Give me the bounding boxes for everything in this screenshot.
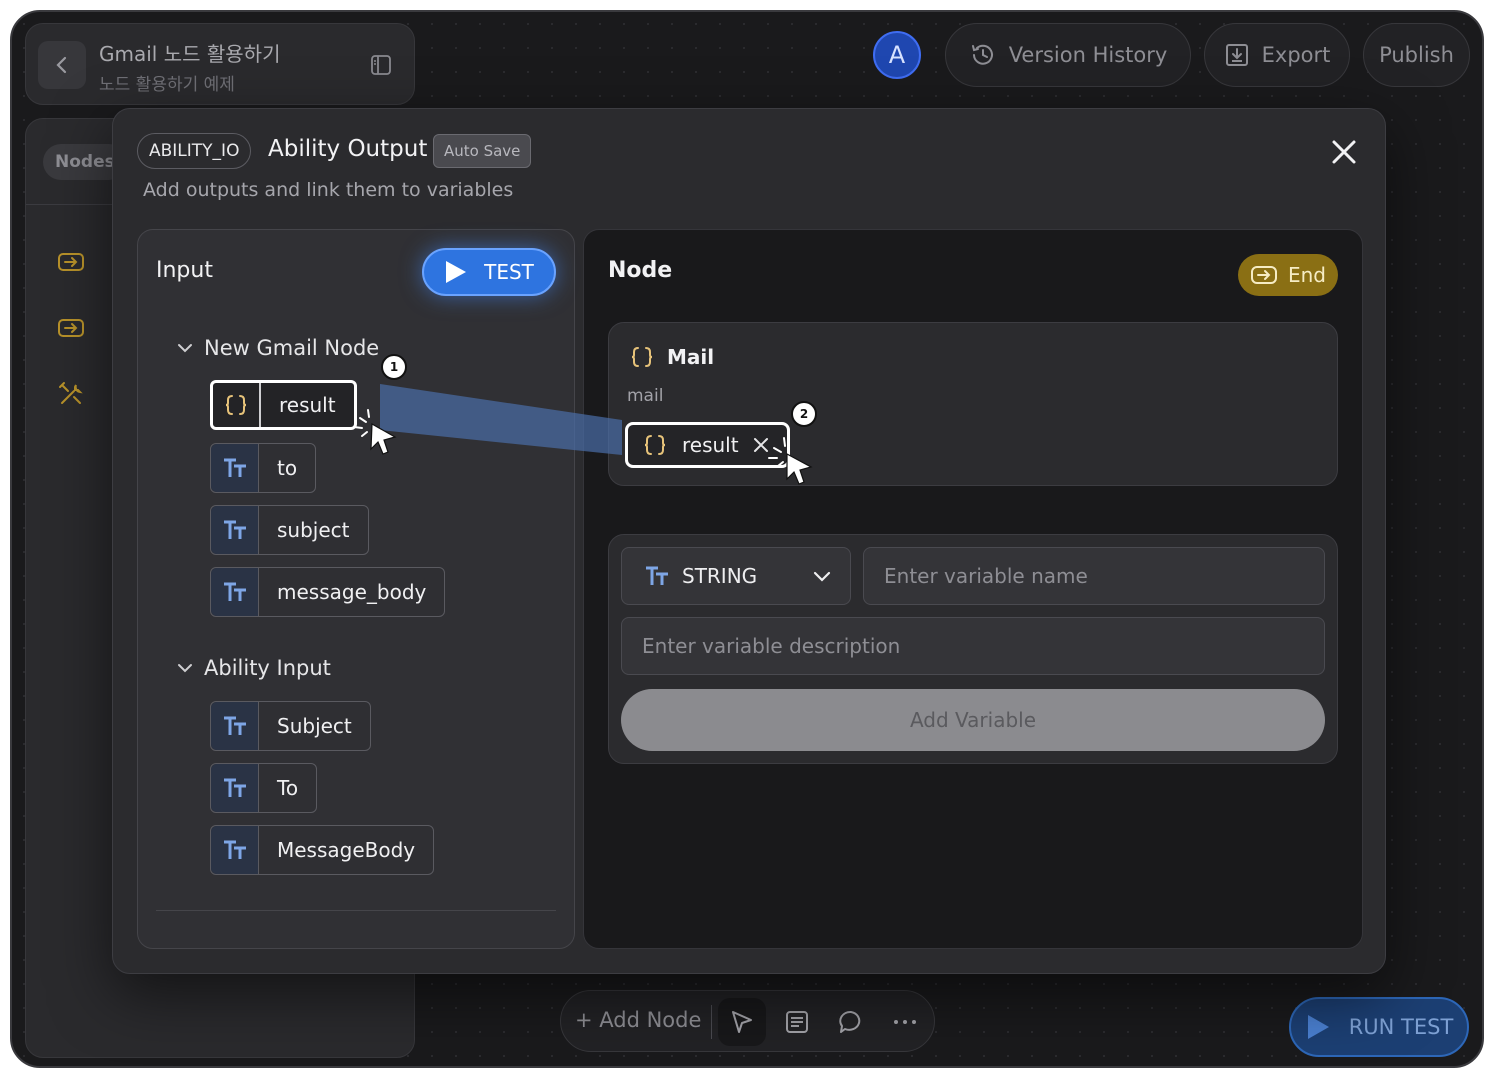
variable-label: subject: [277, 518, 350, 542]
input-panel: Input TEST New Gmail Node result to subj…: [137, 229, 575, 949]
step-badge-1: 1: [381, 354, 407, 380]
comment-icon[interactable]: [837, 1008, 865, 1036]
test-button[interactable]: TEST: [422, 248, 556, 296]
type-select-value: STRING: [682, 564, 758, 588]
group-toggle-ability-input[interactable]: Ability Input: [176, 656, 331, 680]
sidebar-toggle-icon[interactable]: [370, 54, 392, 76]
remove-icon[interactable]: [753, 437, 769, 453]
variable-label: Subject: [277, 714, 352, 738]
text-type-icon: [223, 716, 246, 735]
panel-divider: [156, 910, 556, 911]
group-title: Ability Input: [204, 656, 331, 680]
version-history-label: Version History: [1008, 43, 1168, 67]
node-heading: Node: [608, 258, 673, 283]
text-type-icon: [223, 778, 246, 797]
variable-label: result: [279, 393, 336, 417]
chevron-down-icon: [178, 344, 192, 353]
modal-title: Ability Output: [268, 136, 428, 162]
add-node-button[interactable]: + Add Node: [575, 1008, 701, 1032]
variable-label: message_body: [277, 580, 427, 604]
tools-icon[interactable]: [56, 379, 86, 409]
io-node-icon[interactable]: [56, 247, 86, 277]
text-type-icon: [223, 582, 246, 601]
text-type-icon: [223, 458, 246, 477]
node-type-badge: ABILITY_IO: [137, 133, 252, 169]
publish-label: Publish: [1379, 43, 1454, 67]
variable-chip-message-body[interactable]: message_body: [210, 567, 446, 617]
end-node-button[interactable]: End: [1238, 254, 1338, 296]
play-icon: [1307, 1015, 1329, 1039]
version-history-button[interactable]: Version History: [945, 23, 1191, 87]
project-title: Gmail 노드 활용하기: [99, 42, 281, 66]
variable-description-input[interactable]: [621, 617, 1325, 675]
text-type-icon: [646, 566, 668, 585]
more-icon[interactable]: [891, 1008, 919, 1036]
download-icon: [1225, 44, 1248, 66]
project-subtitle: 노드 활용하기 예제: [99, 75, 235, 95]
user-avatar[interactable]: A: [873, 31, 921, 79]
add-variable-form: STRING Add Variable: [608, 534, 1338, 764]
export-button[interactable]: Export: [1204, 23, 1350, 87]
variable-chip-result[interactable]: result: [210, 380, 357, 430]
linked-variable-chip[interactable]: result: [625, 422, 790, 468]
run-test-label: RUN TEST: [1348, 1015, 1454, 1039]
variable-name-input[interactable]: [863, 547, 1325, 605]
export-label: Export: [1261, 43, 1331, 67]
input-heading: Input: [156, 258, 213, 283]
variable-chip-subject[interactable]: Subject: [210, 701, 371, 751]
text-type-icon: [223, 520, 246, 539]
group-title: New Gmail Node: [204, 336, 380, 360]
app-frame: Gmail 노드 활용하기 노드 활용하기 예제 A Version Histo…: [10, 10, 1484, 1068]
group-toggle-new-gmail-node[interactable]: New Gmail Node: [176, 336, 379, 360]
back-button[interactable]: [38, 41, 86, 89]
io-node-icon[interactable]: [56, 313, 86, 343]
autosave-badge: Auto Save: [433, 134, 532, 168]
braces-icon: [644, 435, 666, 455]
play-icon: [446, 261, 467, 283]
variable-label: to: [277, 456, 298, 480]
project-title-card: Gmail 노드 활용하기 노드 활용하기 예제: [25, 23, 415, 105]
braces-icon: [631, 347, 653, 367]
mail-output-card: Mail mail result: [608, 322, 1338, 486]
publish-button[interactable]: Publish: [1363, 23, 1470, 87]
ability-output-modal: ABILITY_IO Ability Output Auto Save Add …: [112, 108, 1386, 974]
variable-chip-subject[interactable]: subject: [210, 505, 369, 555]
close-icon[interactable]: [1329, 137, 1359, 167]
type-select[interactable]: STRING: [621, 547, 851, 605]
pointer-icon[interactable]: [728, 1008, 756, 1036]
text-type-icon: [223, 840, 246, 859]
chevron-down-icon: [178, 664, 192, 673]
step-badge-2: 2: [791, 401, 817, 427]
note-icon[interactable]: [783, 1008, 811, 1036]
canvas-toolbar: + Add Node: [560, 990, 935, 1052]
variable-label: MessageBody: [277, 838, 416, 862]
mail-output-title: Mail: [629, 345, 714, 369]
io-node-icon: [1250, 266, 1277, 284]
linked-variable-label: result: [682, 433, 739, 457]
variable-chip-to[interactable]: to: [210, 443, 317, 493]
run-test-button[interactable]: RUN TEST: [1289, 997, 1469, 1057]
variable-chip-message-body[interactable]: MessageBody: [210, 825, 435, 875]
add-variable-button[interactable]: Add Variable: [621, 689, 1325, 751]
modal-subtitle: Add outputs and link them to variables: [143, 179, 514, 201]
chevron-left-icon: [56, 56, 67, 74]
mail-output-key: mail: [627, 386, 664, 406]
toolbar-divider: [711, 1005, 712, 1039]
end-label: End: [1287, 263, 1326, 287]
variable-label: To: [277, 776, 299, 800]
variable-chip-to[interactable]: To: [210, 763, 318, 813]
braces-icon: [225, 395, 247, 415]
node-panel: Node End Mail mail result STRING Enter v…: [583, 229, 1363, 949]
chevron-down-icon: [813, 571, 831, 582]
test-label: TEST: [484, 260, 534, 284]
history-icon: [971, 44, 993, 65]
